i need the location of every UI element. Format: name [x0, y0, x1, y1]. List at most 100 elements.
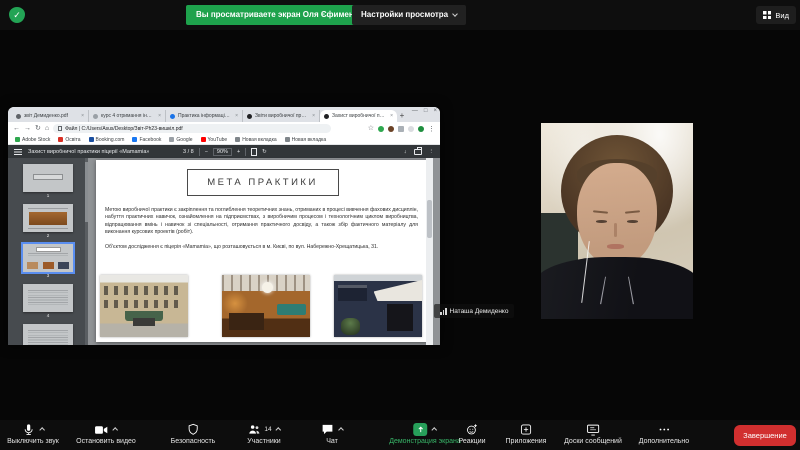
tab-close-icon[interactable]: ×	[390, 113, 393, 119]
maximize-button[interactable]: □	[424, 108, 428, 114]
pdf-page-indicator[interactable]: 3 / 8	[183, 149, 194, 155]
bookmark-item[interactable]: Facebook	[132, 137, 161, 143]
close-button[interactable]: ×	[433, 108, 437, 114]
mute-button[interactable]: Выключить звук	[7, 423, 59, 445]
chevron-up-icon[interactable]	[112, 426, 119, 433]
share-screen-button[interactable]: Демонстрация экрана	[389, 423, 461, 445]
avatar[interactable]	[418, 125, 424, 132]
stop-video-button[interactable]: Остановить видео	[76, 423, 136, 445]
bookmark-favicon	[58, 137, 64, 142]
print-icon[interactable]	[413, 146, 422, 155]
chevron-up-icon[interactable]	[39, 426, 45, 433]
photo-restaurant-interior	[222, 275, 310, 337]
tab-close-icon[interactable]: ×	[81, 113, 84, 119]
browser-tab-5-active[interactable]: Захист виробничої практ ×	[320, 110, 397, 122]
home-icon[interactable]: ⌂	[45, 122, 49, 135]
tab-title: Захист виробничої практ	[332, 113, 388, 119]
tab-close-icon[interactable]: ×	[235, 113, 238, 119]
meeting-top-bar: ✓ Вы просматриваете экран Оля Єфименко Н…	[0, 0, 800, 30]
participant-name: Наташа Демиденко	[449, 307, 509, 315]
bookmark-favicon	[235, 137, 241, 142]
chevron-up-icon[interactable]	[338, 426, 344, 433]
participants-button[interactable]: 14 Участники	[247, 423, 282, 445]
pdf-scrollbar[interactable]	[426, 158, 433, 345]
browser-tab-2[interactable]: курс 4 отримання інформ ×	[89, 110, 166, 122]
fit-page-icon[interactable]	[251, 147, 258, 156]
view-options-label: Настройки просмотра	[361, 10, 449, 19]
new-tab-button[interactable]: +	[397, 110, 407, 122]
pdf-menu-icon[interactable]	[14, 148, 22, 155]
connection-signal-icon	[440, 307, 447, 315]
apps-button[interactable]: Приложения	[506, 423, 546, 445]
participants-icon	[249, 425, 260, 434]
zoom-out-button[interactable]: −	[205, 149, 208, 155]
bookmark-item[interactable]: Новая вкладка	[284, 137, 326, 143]
pdf-thumbnail-sidebar: 12345	[8, 158, 88, 345]
shared-screen-browser-window: звіт Демиденко.pdf × курс 4 отримання ін…	[8, 107, 440, 345]
pdf-document-title: Захист виробничої практики піцерії «Mama…	[28, 148, 150, 155]
bookmark-label: Новая вкладка	[242, 136, 277, 143]
whiteboards-button[interactable]: Доски сообщений	[564, 423, 622, 445]
window-controls: — □ ×	[412, 108, 437, 114]
chevron-down-icon	[452, 11, 458, 17]
forward-icon[interactable]: →	[24, 122, 31, 135]
slide-paragraph-object: Об'єктом дослідження є піцерія «Mamamia»…	[105, 244, 379, 250]
chevron-up-icon[interactable]	[275, 426, 282, 433]
thumbnail-page-number: 1	[46, 193, 50, 198]
browser-tab-4[interactable]: Звіти виробничої практик ×	[243, 110, 320, 122]
profile-icon[interactable]	[408, 125, 414, 132]
bookmark-star-icon[interactable]: ☆	[368, 122, 374, 135]
minimize-button[interactable]: —	[412, 108, 418, 114]
view-options-button[interactable]: Настройки просмотра	[352, 5, 467, 25]
zoom-in-button[interactable]: +	[237, 149, 240, 155]
bookmark-item[interactable]: Освіта	[58, 136, 81, 143]
pdf-zoom-level[interactable]: 90%	[212, 147, 232, 156]
extension-icon[interactable]	[378, 125, 384, 132]
tab-favicon	[170, 113, 175, 119]
bookmark-item[interactable]: Booking.com	[88, 136, 125, 143]
divider	[245, 147, 247, 156]
back-icon[interactable]: ←	[13, 122, 20, 135]
address-text: Файл | C:/Users/Asus/Desktop/Звіт-Ph23-в…	[65, 125, 183, 132]
pdf-thumbnail-page-1[interactable]	[23, 164, 73, 192]
extension-icon[interactable]	[398, 125, 404, 132]
chevron-up-icon[interactable]	[431, 426, 438, 433]
tab-title: звіт Демиденко.pdf	[24, 113, 68, 119]
bookmark-label: Освіта	[65, 136, 81, 143]
pdf-thumbnail-page-5[interactable]	[23, 324, 73, 345]
webcam-video	[541, 123, 693, 319]
pdf-thumbnail-page-3[interactable]	[21, 242, 75, 274]
bookmark-item[interactable]: Adobe Stock	[15, 137, 50, 143]
pdf-page-controls: 3 / 8 − 90% + ↻	[183, 147, 267, 156]
end-meeting-button[interactable]: Завершение	[734, 425, 796, 446]
bookmark-item[interactable]: YouTube	[200, 137, 227, 143]
bookmark-label: Facebook	[139, 136, 162, 143]
reload-icon[interactable]: ↻	[35, 122, 41, 135]
divider	[198, 147, 200, 156]
download-icon[interactable]: ↓	[404, 149, 407, 155]
security-button[interactable]: Безопасность	[171, 423, 215, 445]
bookmark-favicon	[88, 137, 94, 142]
tab-close-icon[interactable]: ×	[312, 113, 315, 119]
more-button[interactable]: Дополнительно	[639, 423, 689, 445]
extension-icon[interactable]	[388, 125, 394, 132]
browser-tab-3[interactable]: Практика інформація - Go ×	[166, 110, 243, 122]
tab-close-icon[interactable]: ×	[158, 113, 161, 119]
bookmark-label: Adobe Stock	[22, 136, 51, 143]
share-screen-icon	[413, 423, 428, 436]
chat-button[interactable]: Чат	[321, 423, 344, 445]
encryption-shield-icon[interactable]: ✓	[9, 7, 25, 23]
view-button[interactable]: Вид	[756, 6, 796, 24]
pdf-thumbnail-page-4[interactable]	[23, 284, 73, 312]
pdf-thumbnail-page-2[interactable]	[23, 204, 73, 232]
reactions-button[interactable]: Реакции	[458, 423, 486, 445]
rotate-icon[interactable]: ↻	[262, 149, 267, 155]
bookmark-label: Booking.com	[95, 136, 125, 143]
bookmark-item[interactable]: Новая вкладка	[235, 136, 277, 143]
person-face	[577, 163, 657, 267]
address-bar[interactable]: Файл | C:/Users/Asus/Desktop/Звіт-Ph23-в…	[53, 124, 332, 133]
browser-tab-1[interactable]: звіт Демиденко.pdf ×	[12, 110, 89, 122]
bookmark-item[interactable]: Google	[169, 137, 193, 143]
view-button-label: Вид	[775, 10, 789, 20]
participant-video-tile[interactable]: Наташа Демиденко	[434, 118, 800, 323]
